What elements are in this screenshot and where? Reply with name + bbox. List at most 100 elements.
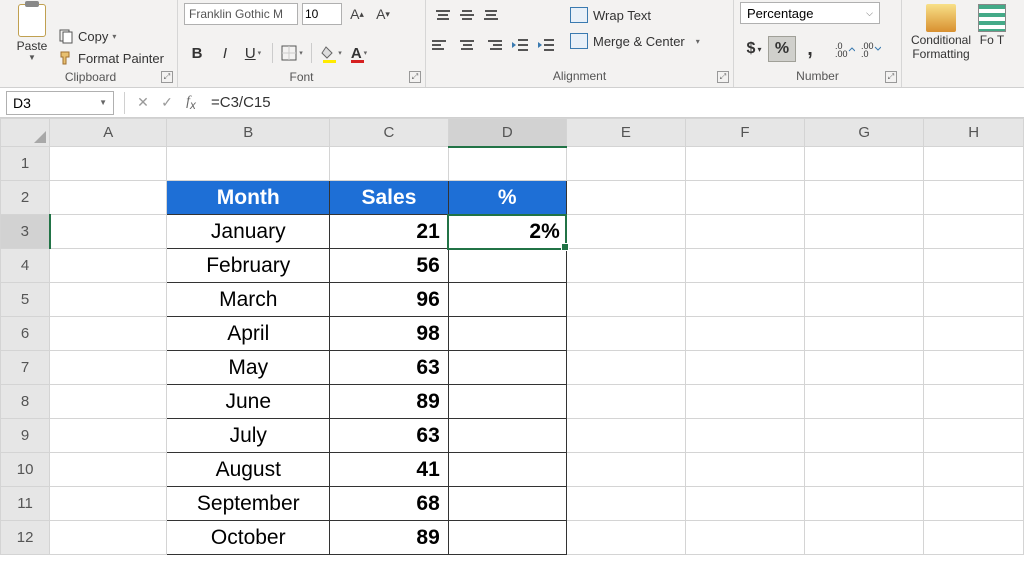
cell-C8[interactable]: 89: [330, 385, 449, 419]
cell-C10[interactable]: 41: [330, 453, 449, 487]
cell-H12[interactable]: [924, 521, 1024, 555]
cell-F2[interactable]: [685, 181, 804, 215]
align-bottom-button[interactable]: [480, 4, 502, 26]
cell-F7[interactable]: [685, 351, 804, 385]
align-center-button[interactable]: [456, 34, 478, 56]
cell-E10[interactable]: [566, 453, 685, 487]
cell-B2[interactable]: Month: [167, 181, 330, 215]
row-header-3[interactable]: 3: [1, 215, 50, 249]
cell-E6[interactable]: [566, 317, 685, 351]
cell-H8[interactable]: [924, 385, 1024, 419]
cell-D8[interactable]: [448, 385, 566, 419]
row-header-1[interactable]: 1: [1, 147, 50, 181]
column-header-B[interactable]: B: [167, 119, 330, 147]
cell-A3[interactable]: [50, 215, 167, 249]
name-box[interactable]: D3 ▼: [6, 91, 114, 115]
underline-button[interactable]: U▾: [240, 40, 266, 66]
cell-G6[interactable]: [805, 317, 924, 351]
cell-F10[interactable]: [685, 453, 804, 487]
cell-B4[interactable]: February: [167, 249, 330, 283]
cell-C11[interactable]: 68: [330, 487, 449, 521]
row-header-2[interactable]: 2: [1, 181, 50, 215]
cell-F5[interactable]: [685, 283, 804, 317]
column-header-C[interactable]: C: [330, 119, 449, 147]
paste-button[interactable]: Paste ▼: [10, 2, 54, 62]
row-header-6[interactable]: 6: [1, 317, 50, 351]
cell-D10[interactable]: [448, 453, 566, 487]
column-header-E[interactable]: E: [566, 119, 685, 147]
number-dialog-launcher[interactable]: ⤢: [885, 71, 897, 83]
cell-D7[interactable]: [448, 351, 566, 385]
cell-E3[interactable]: [566, 215, 685, 249]
borders-button[interactable]: ▾: [279, 40, 305, 66]
cell-D6[interactable]: [448, 317, 566, 351]
enter-formula-button[interactable]: ✓: [155, 91, 179, 115]
cell-B11[interactable]: September: [167, 487, 330, 521]
cell-G7[interactable]: [805, 351, 924, 385]
cell-C5[interactable]: 96: [330, 283, 449, 317]
row-header-12[interactable]: 12: [1, 521, 50, 555]
cell-A2[interactable]: [50, 181, 167, 215]
column-header-D[interactable]: D: [448, 119, 566, 147]
format-painter-button[interactable]: Format Painter: [58, 48, 164, 68]
cell-A5[interactable]: [50, 283, 167, 317]
cell-D11[interactable]: [448, 487, 566, 521]
cell-E11[interactable]: [566, 487, 685, 521]
cell-H2[interactable]: [924, 181, 1024, 215]
align-left-button[interactable]: [432, 34, 454, 56]
font-dialog-launcher[interactable]: ⤢: [409, 71, 421, 83]
cell-D12[interactable]: [448, 521, 566, 555]
increase-decimal-button[interactable]: .0.00: [832, 36, 858, 62]
cell-A7[interactable]: [50, 351, 167, 385]
wrap-text-button[interactable]: Wrap Text: [570, 4, 700, 26]
align-top-button[interactable]: [432, 4, 454, 26]
cell-A8[interactable]: [50, 385, 167, 419]
align-middle-button[interactable]: [456, 4, 478, 26]
column-header-F[interactable]: F: [685, 119, 804, 147]
cell-B10[interactable]: August: [167, 453, 330, 487]
merge-center-button[interactable]: Merge & Center ▾: [570, 30, 700, 52]
cell-B3[interactable]: January: [167, 215, 330, 249]
cell-D5[interactable]: [448, 283, 566, 317]
percent-format-button[interactable]: %: [768, 36, 796, 62]
cell-G12[interactable]: [805, 521, 924, 555]
font-color-button[interactable]: A ▾: [346, 40, 372, 66]
clipboard-dialog-launcher[interactable]: ⤢: [161, 71, 173, 83]
cell-F12[interactable]: [685, 521, 804, 555]
cell-H11[interactable]: [924, 487, 1024, 521]
cell-E8[interactable]: [566, 385, 685, 419]
cell-H9[interactable]: [924, 419, 1024, 453]
italic-button[interactable]: I: [212, 40, 238, 66]
cell-D4[interactable]: [448, 249, 566, 283]
cell-C1[interactable]: [330, 147, 449, 181]
cell-G1[interactable]: [805, 147, 924, 181]
cell-A10[interactable]: [50, 453, 167, 487]
cell-C2[interactable]: Sales: [330, 181, 449, 215]
spreadsheet-grid[interactable]: ABCDEFGH12MonthSales%3January212%4Februa…: [0, 118, 1024, 555]
increase-indent-button[interactable]: [534, 34, 558, 56]
column-header-A[interactable]: A: [50, 119, 167, 147]
number-format-select[interactable]: Percentage ⌵: [740, 2, 880, 24]
decrease-indent-button[interactable]: [508, 34, 532, 56]
formula-input[interactable]: [203, 91, 1024, 115]
cell-H1[interactable]: [924, 147, 1024, 181]
row-header-11[interactable]: 11: [1, 487, 50, 521]
column-header-G[interactable]: G: [805, 119, 924, 147]
cell-D2[interactable]: %: [448, 181, 566, 215]
cell-G2[interactable]: [805, 181, 924, 215]
cell-B7[interactable]: May: [167, 351, 330, 385]
cell-E12[interactable]: [566, 521, 685, 555]
cell-H5[interactable]: [924, 283, 1024, 317]
cell-C4[interactable]: 56: [330, 249, 449, 283]
cell-E4[interactable]: [566, 249, 685, 283]
cell-E2[interactable]: [566, 181, 685, 215]
column-header-H[interactable]: H: [924, 119, 1024, 147]
increase-font-button[interactable]: A▴: [346, 3, 368, 25]
cell-E9[interactable]: [566, 419, 685, 453]
cell-A12[interactable]: [50, 521, 167, 555]
cell-E1[interactable]: [566, 147, 685, 181]
cell-D1[interactable]: [448, 147, 566, 181]
row-header-5[interactable]: 5: [1, 283, 50, 317]
cell-G5[interactable]: [805, 283, 924, 317]
fill-color-button[interactable]: ▾: [318, 40, 344, 66]
